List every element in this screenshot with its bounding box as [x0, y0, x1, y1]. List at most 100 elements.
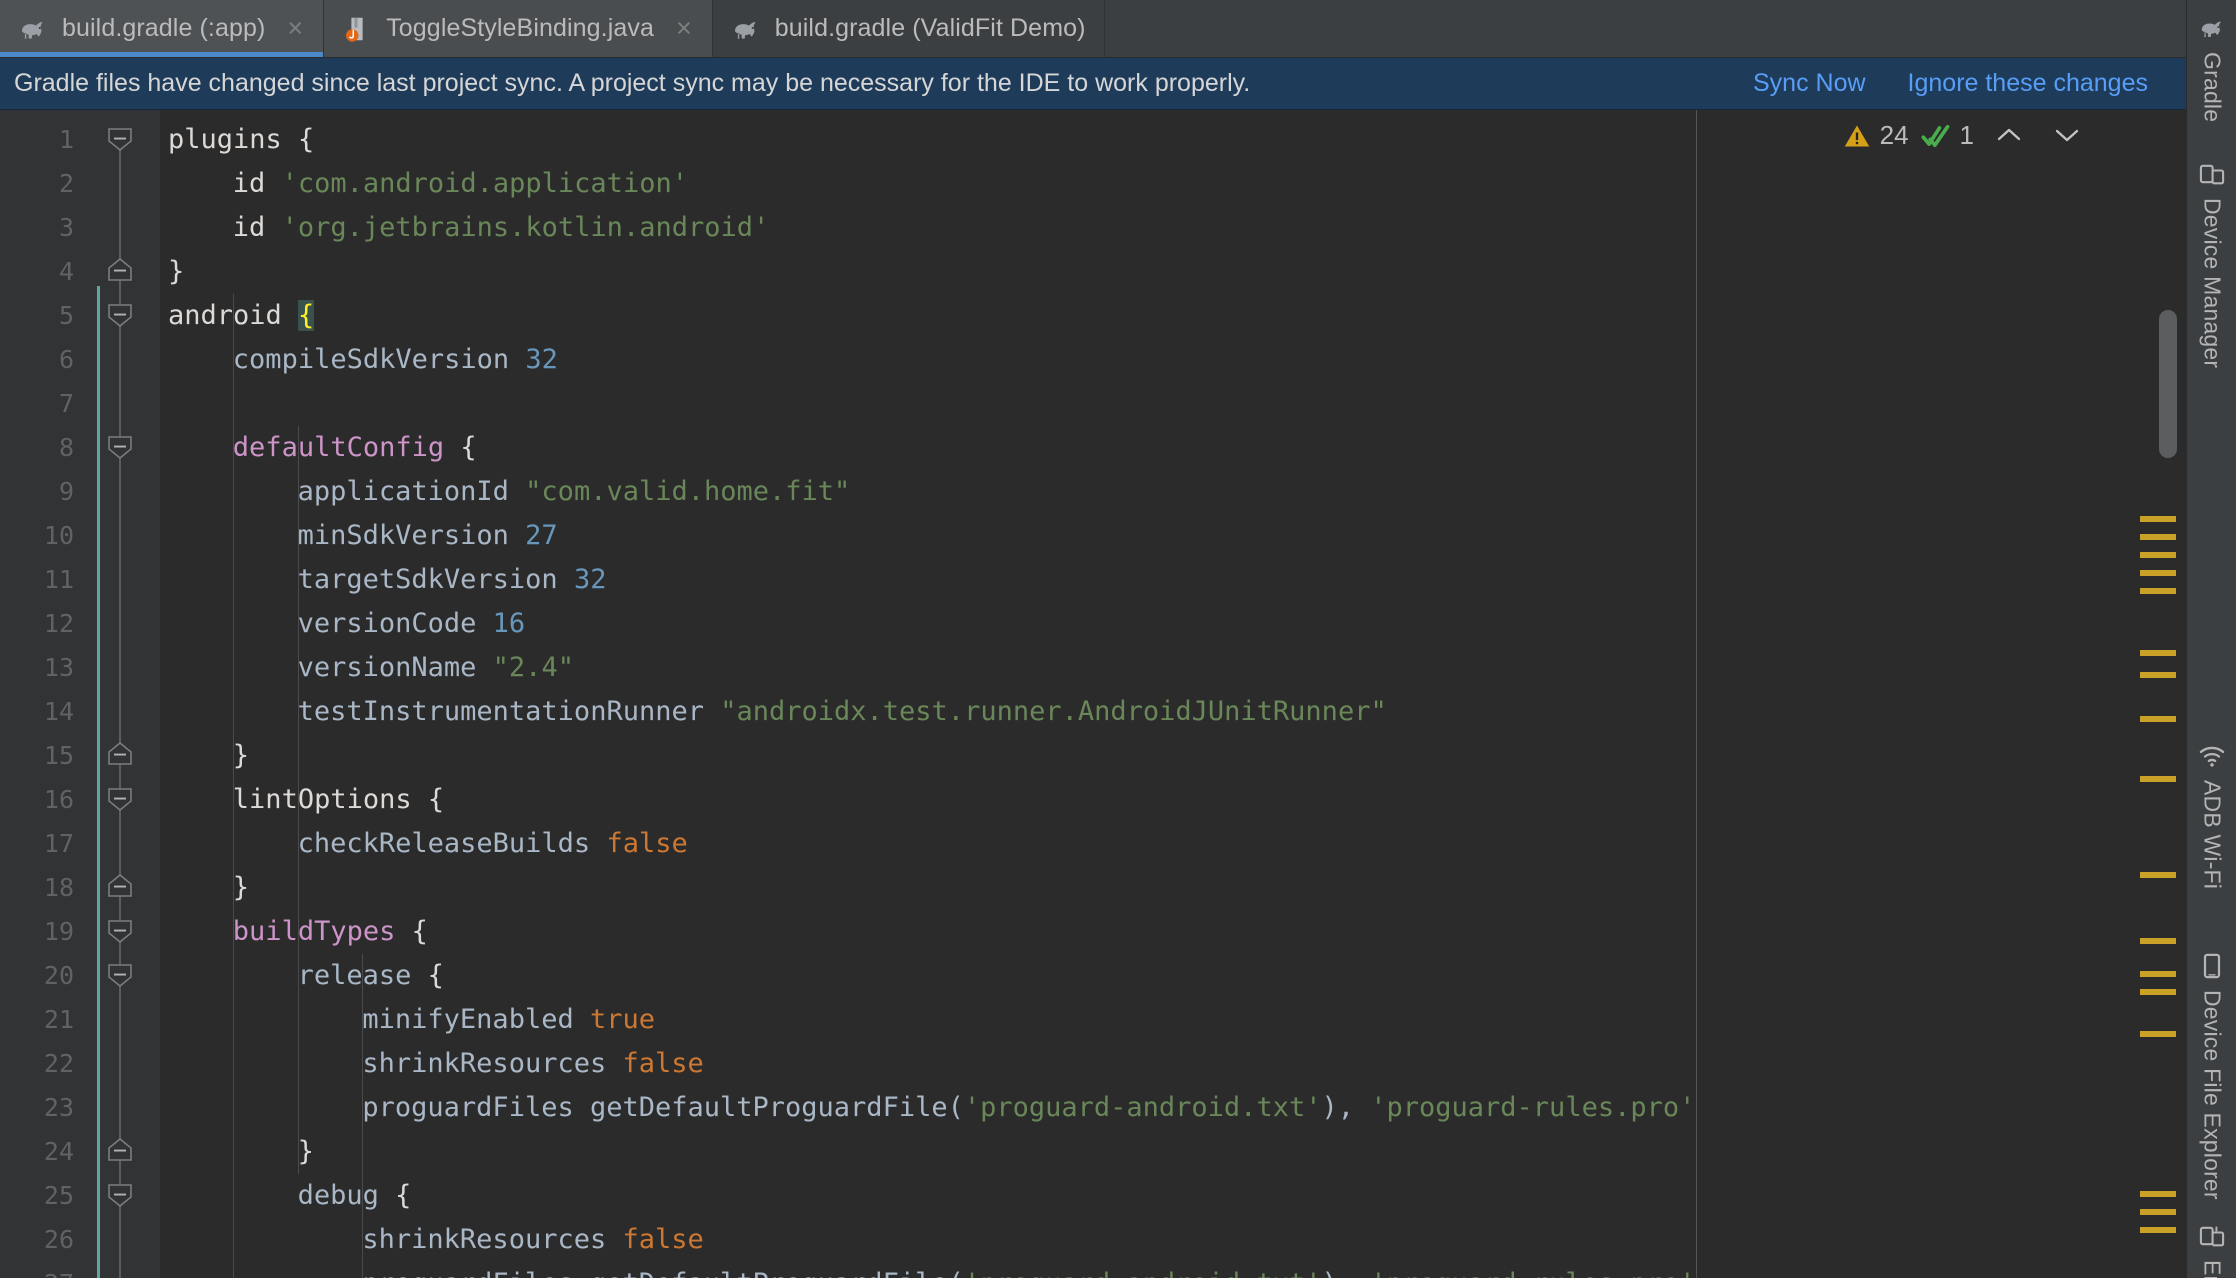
- warning-stripe-marker[interactable]: [2140, 1031, 2176, 1037]
- gradle-elephant-icon: [2201, 21, 2221, 37]
- tool-window-button-device-file-explorer[interactable]: Device File Explorer: [2187, 952, 2236, 1200]
- code-line[interactable]: applicationId "com.valid.home.fit": [298, 470, 851, 514]
- fold-toggle-open[interactable]: [108, 1182, 132, 1210]
- line-number: 6: [58, 345, 74, 374]
- code-line[interactable]: plugins {: [168, 118, 314, 162]
- error-stripe-column[interactable]: [2134, 110, 2186, 1278]
- code-token: 32: [525, 344, 558, 375]
- sync-now-link[interactable]: Sync Now: [1753, 69, 1866, 98]
- code-line[interactable]: compileSdkVersion 32: [233, 338, 558, 382]
- warning-stripe-marker[interactable]: [2140, 776, 2176, 782]
- fold-toggle-open[interactable]: [108, 126, 132, 154]
- code-line[interactable]: }: [298, 1130, 314, 1174]
- fold-open-icon: [108, 304, 132, 328]
- code-line[interactable]: proguardFiles getDefaultProguardFile('pr…: [362, 1262, 1695, 1278]
- code-line[interactable]: versionName "2.4": [298, 646, 574, 690]
- fold-toggle-open[interactable]: [108, 434, 132, 462]
- warning-stripe-marker[interactable]: [2140, 1227, 2176, 1233]
- vcs-changed-lines-marker[interactable]: [97, 286, 100, 1278]
- line-number: 15: [43, 741, 74, 770]
- right-margin-guide: [1696, 110, 1697, 1278]
- code-line[interactable]: android {: [168, 294, 315, 338]
- code-line[interactable]: id 'com.android.application': [233, 162, 688, 206]
- warning-count-group[interactable]: 24: [1843, 120, 1909, 151]
- code-line[interactable]: proguardFiles getDefaultProguardFile('pr…: [362, 1086, 1695, 1130]
- warning-stripe-marker[interactable]: [2140, 570, 2176, 576]
- warning-stripe-marker[interactable]: [2140, 650, 2176, 656]
- code-line[interactable]: }: [233, 734, 249, 778]
- fold-toggle-close[interactable]: [108, 1138, 132, 1166]
- warning-stripe-marker[interactable]: [2140, 989, 2176, 995]
- code-line[interactable]: versionCode 16: [298, 602, 526, 646]
- warning-stripe-marker[interactable]: [2140, 534, 2176, 540]
- fold-toggle-open[interactable]: [108, 786, 132, 814]
- code-line[interactable]: release {: [298, 954, 444, 998]
- code-token: 'org.jetbrains.kotlin.android': [281, 212, 770, 243]
- warning-triangle-icon: [1844, 125, 1869, 146]
- code-line[interactable]: minSdkVersion 27: [298, 514, 558, 558]
- editor-tab-close-icon[interactable]: ×: [674, 15, 694, 42]
- warning-stripe-marker[interactable]: [2140, 872, 2176, 878]
- code-line[interactable]: }: [233, 866, 249, 910]
- line-number: 10: [43, 521, 74, 550]
- tool-window-button-em[interactable]: Em: [2187, 1222, 2236, 1278]
- fold-toggle-close[interactable]: [108, 742, 132, 770]
- fold-toggle-open[interactable]: [108, 918, 132, 946]
- editor-tab-0[interactable]: build.gradle (:app) ×: [0, 0, 324, 57]
- warning-stripe-marker[interactable]: [2140, 588, 2176, 594]
- fold-toggle-close[interactable]: [108, 258, 132, 286]
- device-file-explorer-icon: [2203, 953, 2221, 979]
- editor-tab-close-icon[interactable]: ×: [285, 15, 305, 42]
- editor-tab-2[interactable]: build.gradle (ValidFit Demo): [712, 0, 1104, 57]
- warning-stripe-marker[interactable]: [2140, 1209, 2176, 1215]
- code-line[interactable]: minifyEnabled true: [362, 998, 655, 1042]
- fold-open-icon: [108, 920, 132, 944]
- previous-problem-button[interactable]: [1986, 120, 2032, 151]
- fold-toggle-open[interactable]: [108, 302, 132, 330]
- editor-gutter[interactable]: 1 2 3 4 5 6 7 8 9 10 11 12 13 14 15 16 17 18 19 20 21 22 23 24 2…: [0, 110, 160, 1278]
- tool-window-button-adb-wi-fi[interactable]: ADB Wi-Fi: [2187, 742, 2236, 889]
- code-line[interactable]: testInstrumentationRunner "androidx.test…: [298, 690, 1387, 734]
- code-line[interactable]: lintOptions {: [233, 778, 444, 822]
- code-token: proguardFiles getDefaultProguardFile(: [362, 1092, 964, 1123]
- code-token: false: [622, 1048, 704, 1079]
- warning-stripe-marker[interactable]: [2140, 971, 2176, 977]
- code-line[interactable]: }: [168, 250, 184, 294]
- code-line[interactable]: targetSdkVersion 32: [298, 558, 607, 602]
- code-line[interactable]: id 'org.jetbrains.kotlin.android': [233, 206, 769, 250]
- warning-stripe-marker[interactable]: [2140, 938, 2176, 944]
- code-editor[interactable]: 1 2 3 4 5 6 7 8 9 10 11 12 13 14 15 16 17 18 19 20 21 22 23 24 2…: [0, 110, 2186, 1278]
- warning-stripe-marker[interactable]: [2140, 672, 2176, 678]
- code-line[interactable]: shrinkResources false: [362, 1042, 703, 1086]
- fold-toggle-close[interactable]: [108, 874, 132, 902]
- fold-toggle-open[interactable]: [108, 962, 132, 990]
- editor-tab-label: build.gradle (:app): [62, 14, 266, 42]
- code-token: "2.4": [492, 652, 574, 683]
- inspection-widget[interactable]: 24 1: [1843, 120, 2090, 151]
- code-line[interactable]: buildTypes {: [233, 910, 428, 954]
- tool-window-button-gradle[interactable]: Gradle: [2187, 14, 2236, 122]
- line-number: 27: [4, 1262, 74, 1278]
- editor-tab-1[interactable]: ToggleStyleBinding.java ×: [324, 0, 712, 57]
- ok-count-group[interactable]: 1: [1920, 120, 1974, 151]
- code-line[interactable]: checkReleaseBuilds false: [298, 822, 688, 866]
- vertical-scrollbar-thumb[interactable]: [2159, 310, 2177, 458]
- code-token: plugins: [168, 124, 299, 155]
- warning-stripe-marker[interactable]: [2140, 552, 2176, 558]
- code-token: }: [168, 256, 185, 287]
- editor-tab-bar: build.gradle (:app) × ToggleStyleBinding.j…: [0, 0, 2186, 58]
- ignore-these-changes-link[interactable]: Ignore these changes: [1908, 69, 2148, 98]
- code-line[interactable]: defaultConfig {: [233, 426, 477, 470]
- code-line[interactable]: debug {: [298, 1174, 412, 1218]
- warning-stripe-marker[interactable]: [2140, 716, 2176, 722]
- tool-window-label: Device File Explorer: [2199, 990, 2226, 1200]
- warning-stripe-marker[interactable]: [2140, 1191, 2176, 1197]
- code-token: shrinkResources: [362, 1224, 623, 1255]
- line-number: 25: [43, 1181, 74, 1210]
- code-text-area[interactable]: plugins {id 'com.android.application' id …: [160, 110, 2186, 1278]
- warning-stripe-marker[interactable]: [2140, 516, 2176, 522]
- tool-window-button-device-manager[interactable]: Device Manager: [2187, 160, 2236, 368]
- line-number: 18: [43, 873, 74, 902]
- next-problem-button[interactable]: [2044, 120, 2090, 151]
- code-line[interactable]: shrinkResources false: [362, 1218, 703, 1262]
